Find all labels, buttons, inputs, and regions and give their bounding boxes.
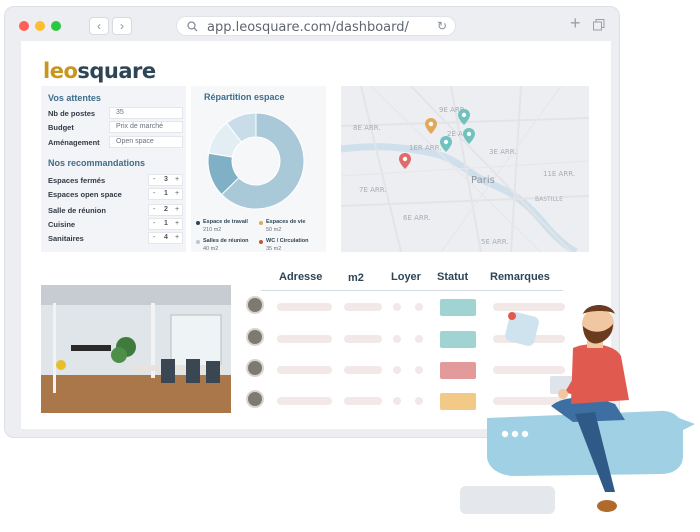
- map-label: 5E ARR.: [481, 238, 509, 246]
- address-placeholder: [277, 335, 332, 343]
- requirements-panel: Vos attentes Nb de postes 35 Budget Prix…: [41, 86, 186, 252]
- maximize-window-button[interactable]: [51, 21, 61, 31]
- map-pin-icon[interactable]: [463, 128, 475, 144]
- reco-label: Espaces open space: [48, 190, 122, 199]
- back-button[interactable]: ‹: [89, 17, 109, 35]
- avatar: [246, 390, 264, 408]
- reload-icon[interactable]: ↻: [437, 19, 447, 33]
- loyer-placeholder: [415, 397, 423, 405]
- map-pin-icon[interactable]: [458, 109, 470, 125]
- address-placeholder: [277, 303, 332, 311]
- avatar: [246, 328, 264, 346]
- chart-title: Répartition espace: [204, 92, 285, 102]
- leosquare-logo: leosquare: [43, 59, 156, 83]
- legend-label: Salles de réunion: [203, 238, 249, 244]
- tabs-overview-icon[interactable]: [593, 19, 605, 31]
- map-label: 7E ARR.: [359, 186, 387, 194]
- character-illustration: [460, 305, 695, 514]
- legend-dot: [259, 221, 263, 225]
- budget-field[interactable]: Prix de marché: [109, 121, 183, 133]
- new-tab-button[interactable]: +: [570, 13, 581, 34]
- reco-label: Espaces fermés: [48, 176, 106, 185]
- recommandations-title: Nos recommandations: [48, 158, 146, 168]
- column-header-remarques[interactable]: Remarques: [490, 271, 550, 283]
- loyer-placeholder: [415, 335, 423, 343]
- address-placeholder: [277, 397, 332, 405]
- column-header-m2[interactable]: m2: [348, 272, 364, 284]
- column-header-loyer[interactable]: Loyer: [391, 271, 421, 283]
- map-label: 8E ARR.: [353, 124, 381, 132]
- legend-dot: [196, 240, 200, 244]
- avatar: [246, 296, 264, 314]
- quantity-stepper[interactable]: - 4 +: [148, 232, 183, 244]
- legend-label: WC / Circulation: [266, 238, 309, 244]
- m2-placeholder: [344, 366, 382, 374]
- repartition-panel: Répartition espace Espace de travail 210 …: [191, 86, 326, 252]
- loyer-placeholder: [393, 397, 401, 405]
- map-label: 1ER ARR.: [409, 144, 442, 152]
- map-label: 3E ARR.: [489, 148, 517, 156]
- reco-label: Salle de réunion: [48, 206, 106, 215]
- legend-value: 35 m2: [266, 246, 282, 252]
- close-window-button[interactable]: [19, 21, 29, 31]
- attentes-title: Vos attentes: [48, 93, 101, 103]
- quantity-stepper[interactable]: - 2 +: [148, 204, 183, 216]
- map-pin-icon[interactable]: [399, 153, 411, 169]
- forward-button[interactable]: ›: [112, 17, 132, 35]
- map-pin-icon[interactable]: [425, 118, 437, 134]
- quantity-stepper[interactable]: - 1 +: [148, 188, 183, 200]
- paris-map[interactable]: 8E ARR. 9E ARR. 2E ARR. 1ER ARR. 3E ARR.…: [341, 86, 589, 252]
- column-header-statut[interactable]: Statut: [437, 271, 468, 283]
- loyer-placeholder: [415, 303, 423, 311]
- attente-label: Nb de postes: [48, 109, 96, 118]
- legend-label: Espaces de vie: [266, 219, 306, 225]
- m2-placeholder: [344, 303, 382, 311]
- map-label: 6E ARR.: [403, 214, 431, 222]
- map-label: 11E ARR.: [543, 170, 576, 178]
- legend-value: 210 m2: [203, 227, 222, 233]
- reco-label: Cuisine: [48, 220, 76, 229]
- reco-label: Sanitaires: [48, 234, 84, 243]
- legend-value: 50 m2: [266, 227, 282, 233]
- loyer-placeholder: [393, 303, 401, 311]
- map-pin-icon[interactable]: [440, 136, 452, 152]
- attente-label: Budget: [48, 123, 74, 132]
- legend-label: Espace de travail: [203, 219, 248, 225]
- legend-value: 40 m2: [203, 246, 219, 252]
- quantity-stepper[interactable]: - 1 +: [148, 218, 183, 230]
- quantity-stepper[interactable]: - 3 +: [148, 174, 183, 186]
- minimize-window-button[interactable]: [35, 21, 45, 31]
- loyer-placeholder: [415, 366, 423, 374]
- address-placeholder: [277, 366, 332, 374]
- donut-chart: [207, 112, 305, 210]
- search-icon: [187, 21, 198, 32]
- legend-dot: [196, 221, 200, 225]
- loyer-placeholder: [393, 366, 401, 374]
- map-label: Paris: [471, 175, 495, 186]
- m2-placeholder: [344, 335, 382, 343]
- loyer-placeholder: [393, 335, 401, 343]
- m2-placeholder: [344, 397, 382, 405]
- column-header-adresse[interactable]: Adresse: [279, 271, 322, 283]
- url-text: app.leosquare.com/dashboard/: [207, 20, 409, 35]
- avatar: [246, 359, 264, 377]
- legend-dot: [259, 240, 263, 244]
- nb-postes-field[interactable]: 35: [109, 107, 183, 119]
- title-bar: ‹ › app.leosquare.com/dashboard/ ↻ +: [5, 7, 619, 41]
- header-divider: [261, 290, 563, 291]
- map-label: BASTILLE: [535, 196, 563, 203]
- address-bar[interactable]: app.leosquare.com/dashboard/ ↻: [176, 16, 456, 36]
- amenagement-field[interactable]: Open space: [109, 136, 183, 148]
- office-photo[interactable]: [41, 285, 231, 413]
- attente-label: Aménagement: [48, 138, 100, 147]
